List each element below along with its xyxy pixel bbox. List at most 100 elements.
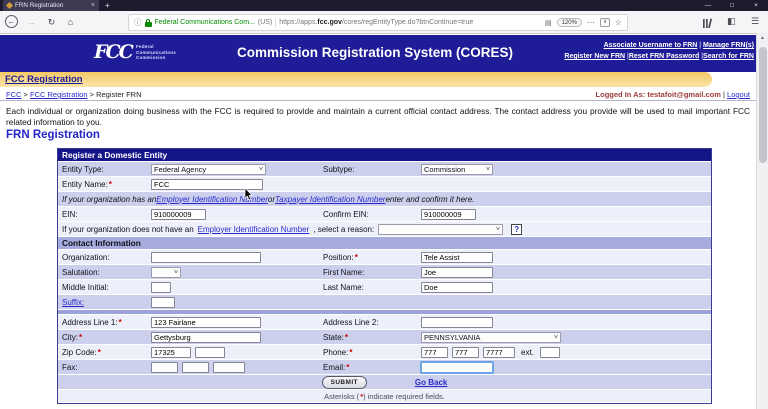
back-button[interactable]: ← [5, 15, 18, 28]
page-title: FRN Registration [6, 129, 100, 141]
pocket-icon[interactable]: ∨ [600, 18, 610, 27]
suffix-link[interactable]: Suffix: [62, 298, 84, 307]
logged-in-label: Logged In As: [595, 90, 646, 99]
bookmark-star-icon[interactable]: ☆ [615, 18, 622, 27]
fcc-registration-banner-link[interactable]: FCC Registration [5, 74, 83, 85]
chevron-down-icon: ∨ [495, 226, 501, 232]
phone-area-input[interactable] [421, 346, 448, 358]
fax-line-input[interactable] [213, 361, 245, 373]
suffix-row: Suffix: [58, 295, 711, 310]
address-line2-input[interactable] [421, 316, 493, 328]
fcc-logo-caption: Federal Communications Commission [136, 44, 177, 61]
fcc-logo: FCC [94, 41, 134, 63]
last-name-label: Last Name: [323, 282, 364, 292]
first-name-label: First Name: [323, 267, 365, 277]
logged-in-user: testafoit@gmail.com [645, 90, 721, 99]
registration-form: Register a Domestic Entity Entity Type: … [57, 148, 712, 404]
middle-initial-row: Middle Initial: Last Name: [58, 280, 711, 295]
chevron-down-icon: ∨ [553, 334, 559, 340]
address-line1-input[interactable] [151, 316, 261, 328]
menu-button[interactable]: ☰ [751, 16, 759, 27]
fax-area-input[interactable] [151, 361, 178, 373]
required-asterisk: * [97, 347, 101, 357]
chevron-down-icon: ∨ [258, 166, 264, 172]
close-button[interactable]: × [744, 0, 768, 11]
zoom-indicator[interactable]: 120% [556, 18, 582, 27]
position-input[interactable] [421, 251, 493, 263]
organization-label: Organization: [62, 252, 110, 262]
required-asterisk: * [346, 362, 350, 372]
breadcrumb-link-fcc[interactable]: FCC [6, 90, 21, 99]
ein-note-row: If your organization has an Employer Ide… [58, 192, 711, 207]
link-search-for-frn[interactable]: Search for FRN [703, 53, 754, 60]
scrollbar[interactable]: ▲ [756, 33, 768, 409]
zip-input[interactable] [151, 346, 191, 358]
entity-type-label: Entity Type: [62, 164, 104, 174]
scrollbar-thumb[interactable] [759, 47, 767, 163]
subtype-select[interactable]: Commission ∨ [421, 163, 493, 175]
library-icon[interactable] [702, 16, 713, 34]
required-asterisk: * [344, 332, 349, 342]
suffix-input[interactable] [151, 296, 175, 308]
address-line2-label: Address Line 2: [323, 317, 379, 327]
first-name-input[interactable] [421, 266, 493, 278]
identity-label[interactable]: Federal Communications Com... [155, 19, 255, 26]
logout-link[interactable]: Logout [727, 90, 750, 99]
entity-type-select[interactable]: Federal Agency ∨ [151, 163, 266, 175]
link-reset-frn-password[interactable]: Reset FRN Password [629, 53, 699, 60]
organization-input[interactable] [151, 251, 261, 263]
scrollbar-up-arrow[interactable]: ▲ [760, 35, 765, 41]
link-manage-frns[interactable]: Manage FRN(s) [703, 42, 754, 49]
link-associate-username[interactable]: Associate Username to FRN [604, 42, 698, 49]
phone-prefix-input[interactable] [452, 346, 479, 358]
required-asterisk: * [108, 179, 112, 189]
ein-row: EIN: Confirm EIN: [58, 207, 711, 222]
new-tab-button[interactable]: + [105, 0, 110, 11]
entity-type-value: Federal Agency [154, 164, 207, 174]
home-button[interactable]: ⌂ [63, 15, 78, 29]
phone-ext-input[interactable] [539, 346, 560, 358]
submit-button[interactable]: SUBMIT [321, 375, 367, 389]
breadcrumb-link-fcc-registration[interactable]: FCC Registration [30, 90, 88, 99]
state-label: State: [323, 332, 344, 342]
zip4-input[interactable] [195, 346, 225, 358]
phone-line-input[interactable] [483, 346, 515, 358]
fax-prefix-input[interactable] [182, 361, 209, 373]
middle-initial-input[interactable] [151, 281, 171, 293]
address-line1-label: Address Line 1: [62, 317, 118, 327]
link-register-new-frn[interactable]: Register New FRN [564, 53, 625, 60]
identity-info-icon[interactable]: ⓘ [134, 17, 142, 28]
browser-window: FRN Registration × + — □ × ← → ↻ ⌂ ⓘ Fed… [0, 0, 768, 409]
sidebar-toggle-icon[interactable]: ◧ [727, 16, 736, 27]
ein-reason-link[interactable]: Employer Identification Number [198, 225, 310, 234]
page-actions-icon[interactable]: ⋯ [587, 18, 596, 27]
forward-button[interactable]: → [24, 15, 39, 29]
ein-input[interactable] [151, 208, 206, 220]
reload-button[interactable]: ↻ [44, 15, 59, 29]
maximize-button[interactable]: □ [720, 0, 744, 11]
url-text[interactable]: https://apps.fcc.gov/cores/regEntityType… [279, 19, 473, 26]
browser-titlebar: FRN Registration × + — □ × [0, 0, 768, 11]
state-select[interactable]: PENNSYLVANIA ∨ [421, 331, 561, 343]
salutation-select[interactable]: ∨ [151, 266, 181, 278]
session-info: Logged In As: testafoit@gmail.com | Logo… [595, 90, 750, 99]
header-nav: Associate Username to FRN | Manage FRN(s… [564, 40, 754, 62]
help-icon[interactable]: ? [511, 223, 523, 235]
minimize-button[interactable]: — [696, 0, 720, 11]
city-input[interactable] [151, 331, 261, 343]
tin-link[interactable]: Taxpayer Identification Number [275, 195, 385, 204]
reader-mode-icon[interactable]: ▤ [545, 19, 552, 27]
submit-row: SUBMIT Go Back [58, 375, 711, 390]
confirm-ein-input[interactable] [421, 208, 476, 220]
address1-row: Address Line 1:* Address Line 2: [58, 315, 711, 330]
window-controls: — □ × [696, 0, 768, 11]
url-bar[interactable]: ⓘ Federal Communications Com... (US) htt… [128, 14, 628, 31]
last-name-input[interactable] [421, 281, 493, 293]
site-header: FCC Federal Communications Commission Co… [0, 35, 768, 72]
reason-select[interactable]: ∨ [378, 223, 504, 235]
browser-tab[interactable]: FRN Registration × [3, 0, 99, 11]
email-input[interactable] [420, 360, 494, 374]
go-back-link[interactable]: Go Back [415, 378, 447, 387]
salutation-label: Salutation: [62, 267, 100, 277]
tab-close-icon[interactable]: × [91, 0, 95, 11]
